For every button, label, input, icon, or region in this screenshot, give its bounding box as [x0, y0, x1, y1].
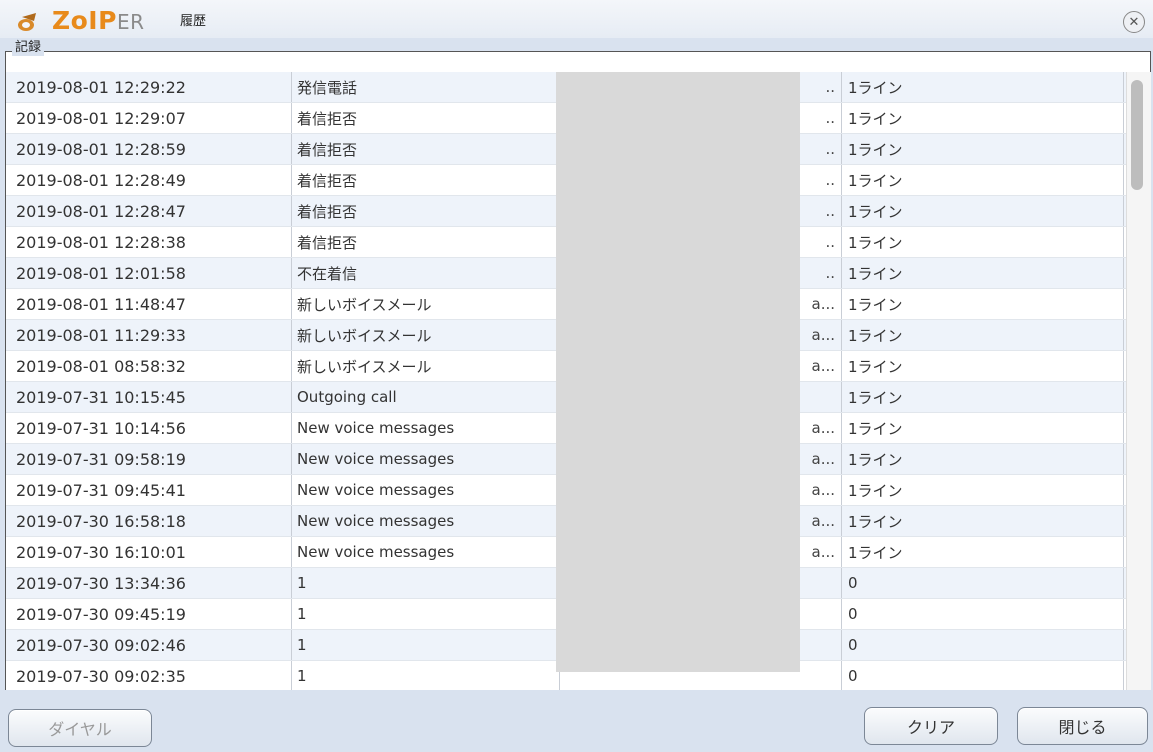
cell-line: 1ライン [841, 164, 1124, 196]
redacted-area [556, 72, 800, 672]
cell-type: 発信電話 [291, 72, 560, 103]
cell-line: 1ライン [841, 257, 1124, 289]
clear-button[interactable]: クリア [864, 707, 998, 745]
cell-time: 2019-07-31 09:58:19 [6, 443, 292, 475]
cell-type: 不在着信 [291, 257, 560, 289]
cell-type: New voice messages [291, 474, 560, 506]
cell-type: 着信拒否 [291, 195, 560, 227]
cell-line: 1ライン [841, 226, 1124, 258]
cell-type: 1 [291, 567, 560, 599]
cell-time: 2019-07-30 09:02:46 [6, 629, 292, 661]
cell-line: 1ライン [841, 195, 1124, 227]
cell-line: 1ライン [841, 350, 1124, 382]
cell-line: 1ライン [841, 133, 1124, 165]
cell-time: 2019-08-01 11:48:47 [6, 288, 292, 320]
cell-line: 1ライン [841, 443, 1124, 475]
cell-type: 1 [291, 598, 560, 630]
cell-time: 2019-07-30 09:02:35 [6, 660, 292, 691]
title-bar: ZoIPER 履歴 ✕ [0, 0, 1153, 38]
group-label: 記録 [12, 40, 45, 56]
close-icon[interactable]: ✕ [1123, 11, 1145, 33]
cell-type: 新しいボイスメール [291, 350, 560, 382]
cell-type: 着信拒否 [291, 102, 560, 134]
cell-time: 2019-07-30 16:58:18 [6, 505, 292, 537]
cell-time: 2019-08-01 12:29:07 [6, 102, 292, 134]
cell-time: 2019-08-01 11:29:33 [6, 319, 292, 351]
cell-type: New voice messages [291, 412, 560, 444]
cell-line: 1ライン [841, 72, 1124, 103]
cell-line: 0 [841, 660, 1124, 691]
cell-time: 2019-08-01 12:28:47 [6, 195, 292, 227]
cell-line: 1ライン [841, 319, 1124, 351]
cell-line: 1ライン [841, 474, 1124, 506]
cell-line: 1ライン [841, 288, 1124, 320]
cell-line: 1ライン [841, 412, 1124, 444]
cell-type: 着信拒否 [291, 133, 560, 165]
cell-time: 2019-07-31 10:15:45 [6, 381, 292, 413]
cell-time: 2019-08-01 12:28:38 [6, 226, 292, 258]
cell-type: 新しいボイスメール [291, 319, 560, 351]
cell-time: 2019-07-30 16:10:01 [6, 536, 292, 568]
cell-time: 2019-08-01 12:28:49 [6, 164, 292, 196]
brand-logo: ZoIPER [52, 6, 145, 35]
footer: ダイヤル クリア 閉じる [0, 690, 1153, 752]
dial-button[interactable]: ダイヤル [8, 709, 152, 747]
cell-time: 2019-07-30 09:45:19 [6, 598, 292, 630]
cell-line: 1ライン [841, 536, 1124, 568]
cell-type: New voice messages [291, 443, 560, 475]
cell-time: 2019-07-31 09:45:41 [6, 474, 292, 506]
cell-type: New voice messages [291, 505, 560, 537]
cell-time: 2019-07-31 10:14:56 [6, 412, 292, 444]
cell-time: 2019-08-01 12:29:22 [6, 72, 292, 103]
cell-line: 0 [841, 567, 1124, 599]
cell-line: 1ライン [841, 102, 1124, 134]
cell-type: 着信拒否 [291, 164, 560, 196]
cell-type: 着信拒否 [291, 226, 560, 258]
window-title: 履歴 [180, 14, 207, 29]
cell-time: 2019-08-01 08:58:32 [6, 350, 292, 382]
cell-time: 2019-08-01 12:01:58 [6, 257, 292, 289]
cell-type: 1 [291, 629, 560, 661]
zoiper-logo-icon [18, 13, 36, 31]
cell-type: Outgoing call [291, 381, 560, 413]
cell-type: 新しいボイスメール [291, 288, 560, 320]
cell-type: New voice messages [291, 536, 560, 568]
vertical-scrollbar[interactable] [1126, 72, 1151, 691]
cell-line: 0 [841, 629, 1124, 661]
cell-time: 2019-08-01 12:28:59 [6, 133, 292, 165]
history-group: 2019-08-01 12:29:22 発信電話.. 1ライン 2019-08-01 … [5, 51, 1151, 692]
cell-line: 0 [841, 598, 1124, 630]
close-button[interactable]: 閉じる [1017, 707, 1148, 745]
scrollbar-thumb[interactable] [1131, 80, 1143, 190]
cell-line: 1ライン [841, 505, 1124, 537]
cell-line: 1ライン [841, 381, 1124, 413]
cell-time: 2019-07-30 13:34:36 [6, 567, 292, 599]
cell-type: 1 [291, 660, 560, 691]
